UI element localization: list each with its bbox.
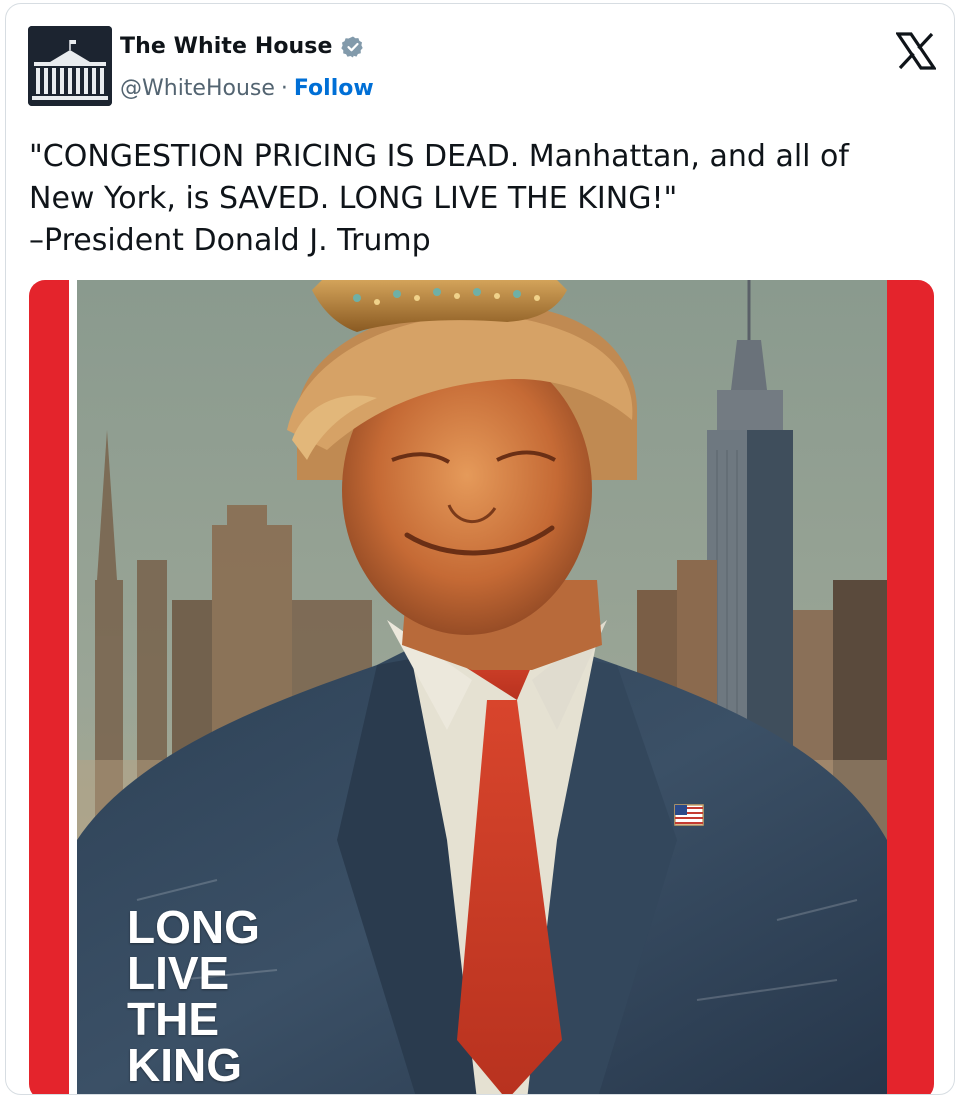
tweet-media[interactable]: LONG LIVE THE KING <box>29 280 934 1094</box>
tweet-text: "CONGESTION PRICING IS DEAD. Manhattan, … <box>29 139 849 258</box>
handle-separator: · <box>280 76 288 101</box>
cover-line: THE <box>127 993 219 1045</box>
white-house-logo-icon <box>28 26 112 106</box>
handle-row: @WhiteHouse · Follow <box>120 76 374 101</box>
avatar[interactable] <box>28 26 112 106</box>
verified-badge-icon <box>340 36 363 57</box>
cover-line: LONG <box>127 901 260 953</box>
author-name[interactable]: The White House <box>120 34 333 59</box>
cover-headline: LONG LIVE THE KING <box>127 904 260 1088</box>
tweet-card[interactable]: The White House @WhiteHouse · Follow "CO… <box>5 3 955 1095</box>
cover-line: KING <box>127 1039 242 1091</box>
author-name-row: The White House <box>120 34 365 59</box>
cover-line: LIVE <box>127 947 230 999</box>
follow-button[interactable]: Follow <box>294 76 374 101</box>
tweet-header: The White House @WhiteHouse · Follow <box>28 26 936 110</box>
x-logo-icon[interactable] <box>896 32 936 70</box>
author-handle[interactable]: @WhiteHouse <box>120 76 275 101</box>
